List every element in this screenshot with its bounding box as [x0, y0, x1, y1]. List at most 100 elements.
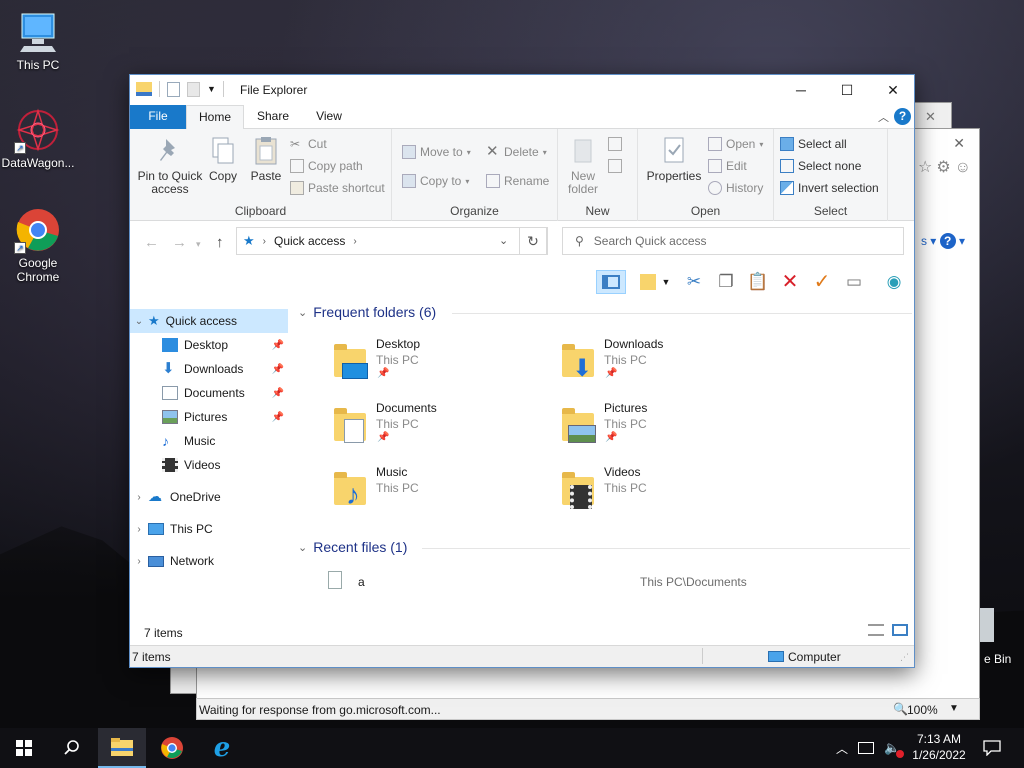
collapse-ribbon-icon[interactable]: ︿	[878, 109, 889, 125]
search-box[interactable]: ⚲ Search Quick access	[562, 227, 904, 255]
sidebar-item-network[interactable]: › Network	[130, 549, 288, 573]
cut-icon[interactable]: ✂	[682, 270, 706, 294]
folder-tile-videos[interactable]: Videos This PC	[558, 465, 778, 521]
rename-button[interactable]: Rename	[486, 174, 549, 188]
close-button[interactable]: ✕	[870, 75, 916, 105]
bg-close-icon-2[interactable]: ✕	[925, 109, 936, 125]
edit-button[interactable]: Edit	[708, 159, 747, 173]
bg-close-icon[interactable]: ✕	[953, 135, 965, 152]
paste-shortcut-button[interactable]: Paste shortcut	[290, 181, 385, 195]
new-item-icon[interactable]	[608, 137, 622, 151]
large-icons-view-icon[interactable]	[892, 624, 908, 636]
sidebar-item-this-pc[interactable]: › This PC	[130, 517, 288, 541]
network-icon[interactable]	[858, 742, 875, 754]
expand-arrow-icon[interactable]: ›	[130, 492, 148, 503]
copy-button[interactable]: Copy	[206, 135, 240, 183]
up-button[interactable]: ↑	[216, 234, 224, 251]
sidebar-item-quick-access[interactable]: ⌄ ★ Quick access	[130, 309, 288, 333]
open-button[interactable]: Open ▾	[708, 137, 763, 151]
sidebar-item-music[interactable]: ♪ Music	[130, 429, 288, 453]
pin-to-quick-access-button[interactable]: Pin to Quick access	[136, 135, 204, 196]
sidebar-item-onedrive[interactable]: › ☁ OneDrive	[130, 485, 288, 509]
breadcrumb-separator[interactable]: ›	[263, 236, 266, 247]
expand-arrow-icon[interactable]: ›	[130, 556, 148, 567]
preview-pane-icon[interactable]	[596, 270, 626, 294]
sidebar-item-documents[interactable]: Documents 📌	[130, 381, 288, 405]
recent-files-header[interactable]: ⌄ Recent files (1)	[298, 536, 407, 558]
folder-tile-pictures[interactable]: Pictures This PC 📌	[558, 401, 778, 457]
recent-file-row[interactable]: a This PC\Documents	[326, 571, 906, 593]
taskbar-chrome[interactable]	[148, 728, 196, 768]
action-center-button[interactable]	[968, 728, 1016, 768]
address-dropdown-icon[interactable]: ⌄	[499, 234, 508, 247]
delete-icon[interactable]: ✕	[778, 270, 802, 294]
properties-qat-icon[interactable]	[167, 81, 180, 97]
move-to-button[interactable]: Move to ▾	[402, 145, 471, 159]
forward-button[interactable]: →	[172, 234, 187, 251]
recycle-bin-partial-label[interactable]: e Bin	[984, 652, 1011, 666]
select-none-button[interactable]: Select none	[780, 159, 861, 173]
copy-to-button[interactable]: Copy to ▾	[402, 174, 469, 188]
sidebar-item-videos[interactable]: Videos	[130, 453, 288, 477]
details-pane-icon[interactable]	[636, 270, 660, 294]
zoom-icon[interactable]: 🔍	[893, 702, 908, 716]
folder-tile-documents[interactable]: Documents This PC 📌	[330, 401, 550, 457]
paste-button[interactable]: Paste	[246, 135, 286, 183]
maximize-button[interactable]: ☐	[824, 75, 870, 105]
tab-share[interactable]: Share	[250, 105, 296, 129]
select-all-button[interactable]: Select all	[780, 137, 847, 151]
folder-tile-music[interactable]: ♪ Music This PC	[330, 465, 550, 521]
desktop-icon-datawagon[interactable]: ↗ DataWagon...	[0, 106, 76, 170]
clock[interactable]: 7:13 AM 1/26/2022	[908, 731, 970, 763]
bg-help-icon[interactable]: s ▾ ? ▾	[921, 233, 965, 249]
history-button[interactable]: History	[708, 181, 763, 195]
resize-grip-icon[interactable]: ⋰	[900, 652, 909, 663]
delete-button[interactable]: ✕ Delete ▾	[486, 144, 547, 159]
recycle-bin-icon[interactable]	[978, 608, 994, 642]
checkmark-icon[interactable]: ✓	[810, 270, 834, 294]
new-folder-qat-icon[interactable]	[187, 81, 200, 97]
details-view-icon[interactable]	[868, 624, 884, 636]
frequent-folders-header[interactable]: ⌄ Frequent folders (6)	[298, 301, 436, 323]
breadcrumb-separator[interactable]: ›	[353, 236, 356, 247]
paste-icon[interactable]: 📋	[746, 270, 770, 294]
expand-arrow-icon[interactable]: ›	[130, 524, 148, 535]
zoom-level[interactable]: 100%	[907, 703, 938, 717]
collapse-arrow-icon[interactable]: ⌄	[130, 316, 148, 327]
recent-locations-icon[interactable]: ▾	[196, 239, 201, 250]
invert-selection-button[interactable]: Invert selection	[780, 181, 879, 195]
start-button[interactable]	[0, 728, 48, 768]
desktop-icon-chrome[interactable]: ↗ Google Chrome	[0, 206, 76, 284]
file-explorer-window[interactable]: ▼ File Explorer ─ ☐ ✕ File Home Share Vi…	[129, 74, 915, 668]
rename-icon[interactable]: ▭	[842, 270, 866, 294]
taskbar-file-explorer[interactable]	[98, 728, 146, 768]
customize-qat-icon[interactable]: ▼	[207, 84, 216, 94]
desktop-icon-this-pc[interactable]: This PC	[0, 8, 76, 72]
sidebar-item-downloads[interactable]: ⬇ Downloads 📌	[130, 357, 288, 381]
properties-button[interactable]: Properties	[644, 135, 704, 183]
volume-muted-icon[interactable]: 🔈	[884, 740, 905, 758]
breadcrumb-quick-access[interactable]: Quick access	[274, 234, 345, 248]
folder-tile-desktop[interactable]: Desktop This PC 📌	[330, 337, 550, 393]
back-button[interactable]: ←	[144, 234, 159, 251]
shell-icon[interactable]: ◉	[882, 270, 906, 294]
address-bar[interactable]: ★ › Quick access › ⌄	[236, 227, 548, 255]
sidebar-item-pictures[interactable]: Pictures 📌	[130, 405, 288, 429]
title-bar[interactable]: ▼ File Explorer ─ ☐ ✕	[130, 75, 914, 105]
help-icon[interactable]: ?	[894, 108, 911, 125]
zoom-dropdown-icon[interactable]: ▼	[949, 703, 959, 714]
show-hidden-icons-icon[interactable]: ︿	[836, 740, 848, 757]
minimize-button[interactable]: ─	[778, 75, 824, 105]
refresh-button[interactable]: ↻	[519, 227, 547, 255]
copy-icon[interactable]: ❐	[714, 270, 738, 294]
taskbar-internet-explorer[interactable]: e	[198, 728, 246, 768]
tab-view[interactable]: View	[306, 105, 352, 129]
sidebar-item-desktop[interactable]: Desktop 📌	[130, 333, 288, 357]
tab-home[interactable]: Home	[186, 105, 244, 130]
tab-file[interactable]: File	[130, 105, 186, 129]
copy-path-button[interactable]: Copy path	[290, 159, 363, 173]
layout-dropdown-icon[interactable]: ▼	[660, 270, 672, 294]
folder-tile-downloads[interactable]: ⬇ Downloads This PC 📌	[558, 337, 778, 393]
easy-access-icon[interactable]	[608, 159, 622, 173]
cut-button[interactable]: ✂ Cut	[290, 137, 327, 151]
